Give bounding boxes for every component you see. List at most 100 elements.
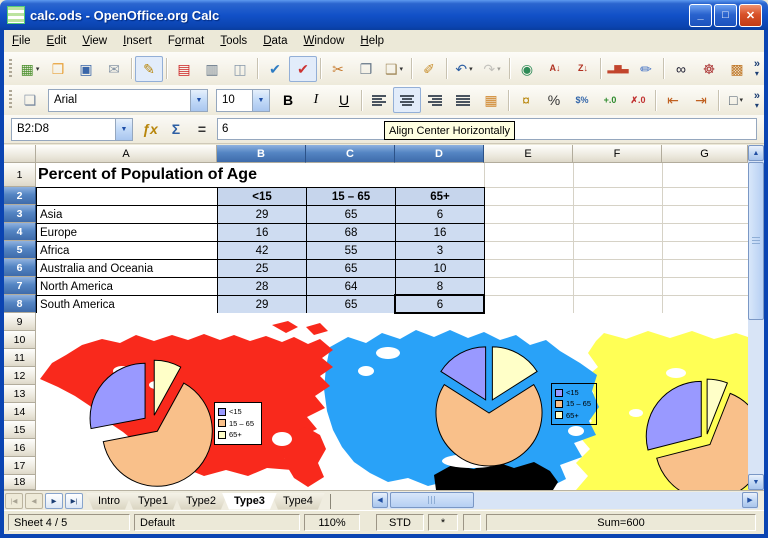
previous-sheet-button[interactable]: ◀ bbox=[25, 493, 43, 509]
last-sheet-button[interactable]: ▶| bbox=[65, 493, 83, 509]
redo-button[interactable]: ↷▾ bbox=[478, 56, 506, 82]
row-header-14[interactable]: 14 bbox=[4, 403, 36, 421]
row-header-17[interactable]: 17 bbox=[4, 457, 36, 475]
region-label-cell[interactable]: South America bbox=[37, 296, 218, 314]
value-cell[interactable]: 65 bbox=[307, 206, 396, 224]
row-header-4[interactable]: 4 bbox=[4, 223, 36, 241]
dropdown-arrow-icon[interactable]: ▾ bbox=[36, 65, 40, 73]
vertical-scrollbar[interactable]: ▲ ▼ bbox=[748, 145, 764, 490]
close-button[interactable]: ✕ bbox=[739, 4, 762, 27]
horizontal-scrollbar-thumb[interactable] bbox=[390, 492, 474, 508]
row-header-16[interactable]: 16 bbox=[4, 439, 36, 457]
insert-chart-button[interactable]: ▂▆▃ bbox=[604, 56, 632, 82]
scroll-up-button[interactable]: ▲ bbox=[748, 145, 764, 161]
select-all-corner[interactable] bbox=[4, 145, 36, 163]
add-decimal-place-button[interactable]: +.0 bbox=[596, 87, 624, 113]
cell-a2[interactable] bbox=[37, 188, 218, 206]
navigator-button[interactable]: ☸ bbox=[695, 56, 723, 82]
dropdown-arrow-icon[interactable]: ▾ bbox=[497, 65, 501, 73]
row-header-7[interactable]: 7 bbox=[4, 277, 36, 295]
merge-cells-button[interactable]: ▦ bbox=[477, 87, 505, 113]
scroll-left-button[interactable]: ◀ bbox=[372, 492, 388, 508]
cells-area[interactable]: Percent of Population of Age <1515 – 656… bbox=[36, 163, 748, 490]
row-header-6[interactable]: 6 bbox=[4, 259, 36, 277]
sort-ascending-button[interactable]: A↓ bbox=[541, 56, 569, 82]
value-cell[interactable]: 64 bbox=[307, 278, 396, 296]
underline-button[interactable]: U bbox=[330, 87, 358, 113]
toolbar-overflow-button[interactable]: » ▾ bbox=[754, 91, 764, 110]
menu-edit[interactable]: Edit bbox=[39, 32, 75, 50]
column-header-e[interactable]: E bbox=[484, 145, 573, 163]
number-format-percent-button[interactable]: % bbox=[540, 87, 568, 113]
value-cell[interactable]: 29 bbox=[218, 296, 307, 314]
font-size-combo[interactable]: 10 ▼ bbox=[216, 89, 270, 112]
menu-help[interactable]: Help bbox=[352, 32, 392, 50]
row-header-8[interactable]: 8 bbox=[4, 295, 36, 313]
status-modified[interactable]: * bbox=[428, 514, 458, 531]
menu-tools[interactable]: Tools bbox=[212, 32, 255, 50]
increase-indent-button[interactable]: ⇥ bbox=[687, 87, 715, 113]
maximize-button[interactable]: □ bbox=[714, 4, 737, 27]
sort-descending-button[interactable]: Z↓ bbox=[569, 56, 597, 82]
value-cell[interactable]: 55 bbox=[307, 242, 396, 260]
function-wizard-button[interactable]: ƒx bbox=[137, 118, 163, 140]
value-cell[interactable]: 25 bbox=[218, 260, 307, 278]
value-cell[interactable]: 42 bbox=[218, 242, 307, 260]
sheet-tab-type2[interactable]: Type2 bbox=[174, 493, 228, 510]
italic-button[interactable]: I bbox=[302, 87, 330, 113]
align-justified-button[interactable] bbox=[449, 87, 477, 113]
chevron-down-icon[interactable]: ▼ bbox=[190, 90, 207, 111]
name-box[interactable]: B2:D8 ▼ bbox=[11, 118, 133, 141]
menu-window[interactable]: Window bbox=[296, 32, 353, 50]
status-blank[interactable] bbox=[463, 514, 481, 531]
status-page-style[interactable]: Default bbox=[134, 514, 300, 531]
value-cell[interactable]: 16 bbox=[396, 224, 485, 242]
bold-button[interactable]: B bbox=[274, 87, 302, 113]
value-cell[interactable]: 68 bbox=[307, 224, 396, 242]
find-replace-button[interactable]: ∞ bbox=[667, 56, 695, 82]
region-label-cell[interactable]: North America bbox=[37, 278, 218, 296]
row-header-9[interactable]: 9 bbox=[4, 313, 36, 331]
sheet-tab-type4[interactable]: Type4 bbox=[271, 493, 325, 510]
first-sheet-button[interactable]: |◀ bbox=[5, 493, 23, 509]
value-cell[interactable]: 6 bbox=[396, 296, 485, 314]
menu-insert[interactable]: Insert bbox=[115, 32, 160, 50]
spellcheck-button[interactable]: ✔ bbox=[261, 56, 289, 82]
column-header-d[interactable]: D bbox=[395, 145, 484, 163]
status-zoom[interactable]: 110% bbox=[304, 514, 360, 531]
value-cell[interactable]: 29 bbox=[218, 206, 307, 224]
save-button[interactable]: ▣ bbox=[72, 56, 100, 82]
menu-data[interactable]: Data bbox=[255, 32, 295, 50]
row-header-15[interactable]: 15 bbox=[4, 421, 36, 439]
menu-file[interactable]: File bbox=[4, 32, 39, 50]
header-cell[interactable]: 15 – 65 bbox=[307, 188, 396, 206]
region-label-cell[interactable]: Europe bbox=[37, 224, 218, 242]
cut-button[interactable]: ✂ bbox=[324, 56, 352, 82]
dropdown-arrow-icon[interactable]: ▾ bbox=[400, 65, 404, 73]
next-sheet-button[interactable]: ▶ bbox=[45, 493, 63, 509]
row-header-18[interactable]: 18 bbox=[4, 475, 36, 490]
row-header-3[interactable]: 3 bbox=[4, 205, 36, 223]
sum-button[interactable]: Σ bbox=[163, 118, 189, 140]
edit-mode-button[interactable]: ✎ bbox=[135, 56, 163, 82]
print-button[interactable]: ▥ bbox=[198, 56, 226, 82]
column-header-g[interactable]: G bbox=[662, 145, 748, 163]
value-cell[interactable]: 6 bbox=[396, 206, 485, 224]
scroll-down-button[interactable]: ▼ bbox=[748, 474, 764, 490]
row-header-5[interactable]: 5 bbox=[4, 241, 36, 259]
dropdown-arrow-icon[interactable]: ▾ bbox=[469, 65, 473, 73]
show-draw-functions-button[interactable]: ✏ bbox=[632, 56, 660, 82]
row-header-12[interactable]: 12 bbox=[4, 367, 36, 385]
sheet-tab-type3[interactable]: Type3 bbox=[222, 493, 277, 510]
row-header-10[interactable]: 10 bbox=[4, 331, 36, 349]
row-header-2[interactable]: 2 bbox=[4, 187, 36, 205]
decrease-indent-button[interactable]: ⇤ bbox=[659, 87, 687, 113]
header-cell[interactable]: 65+ bbox=[396, 188, 485, 206]
value-cell[interactable]: 65 bbox=[307, 296, 396, 314]
sheet-tab-type1[interactable]: Type1 bbox=[126, 493, 180, 510]
value-cell[interactable]: 8 bbox=[396, 278, 485, 296]
toolbar-drag-handle[interactable] bbox=[9, 59, 12, 79]
value-cell[interactable]: 65 bbox=[307, 260, 396, 278]
auto-spellcheck-button[interactable]: ✔ bbox=[289, 56, 317, 82]
styles-and-formatting-button[interactable]: ❏ bbox=[16, 87, 44, 113]
